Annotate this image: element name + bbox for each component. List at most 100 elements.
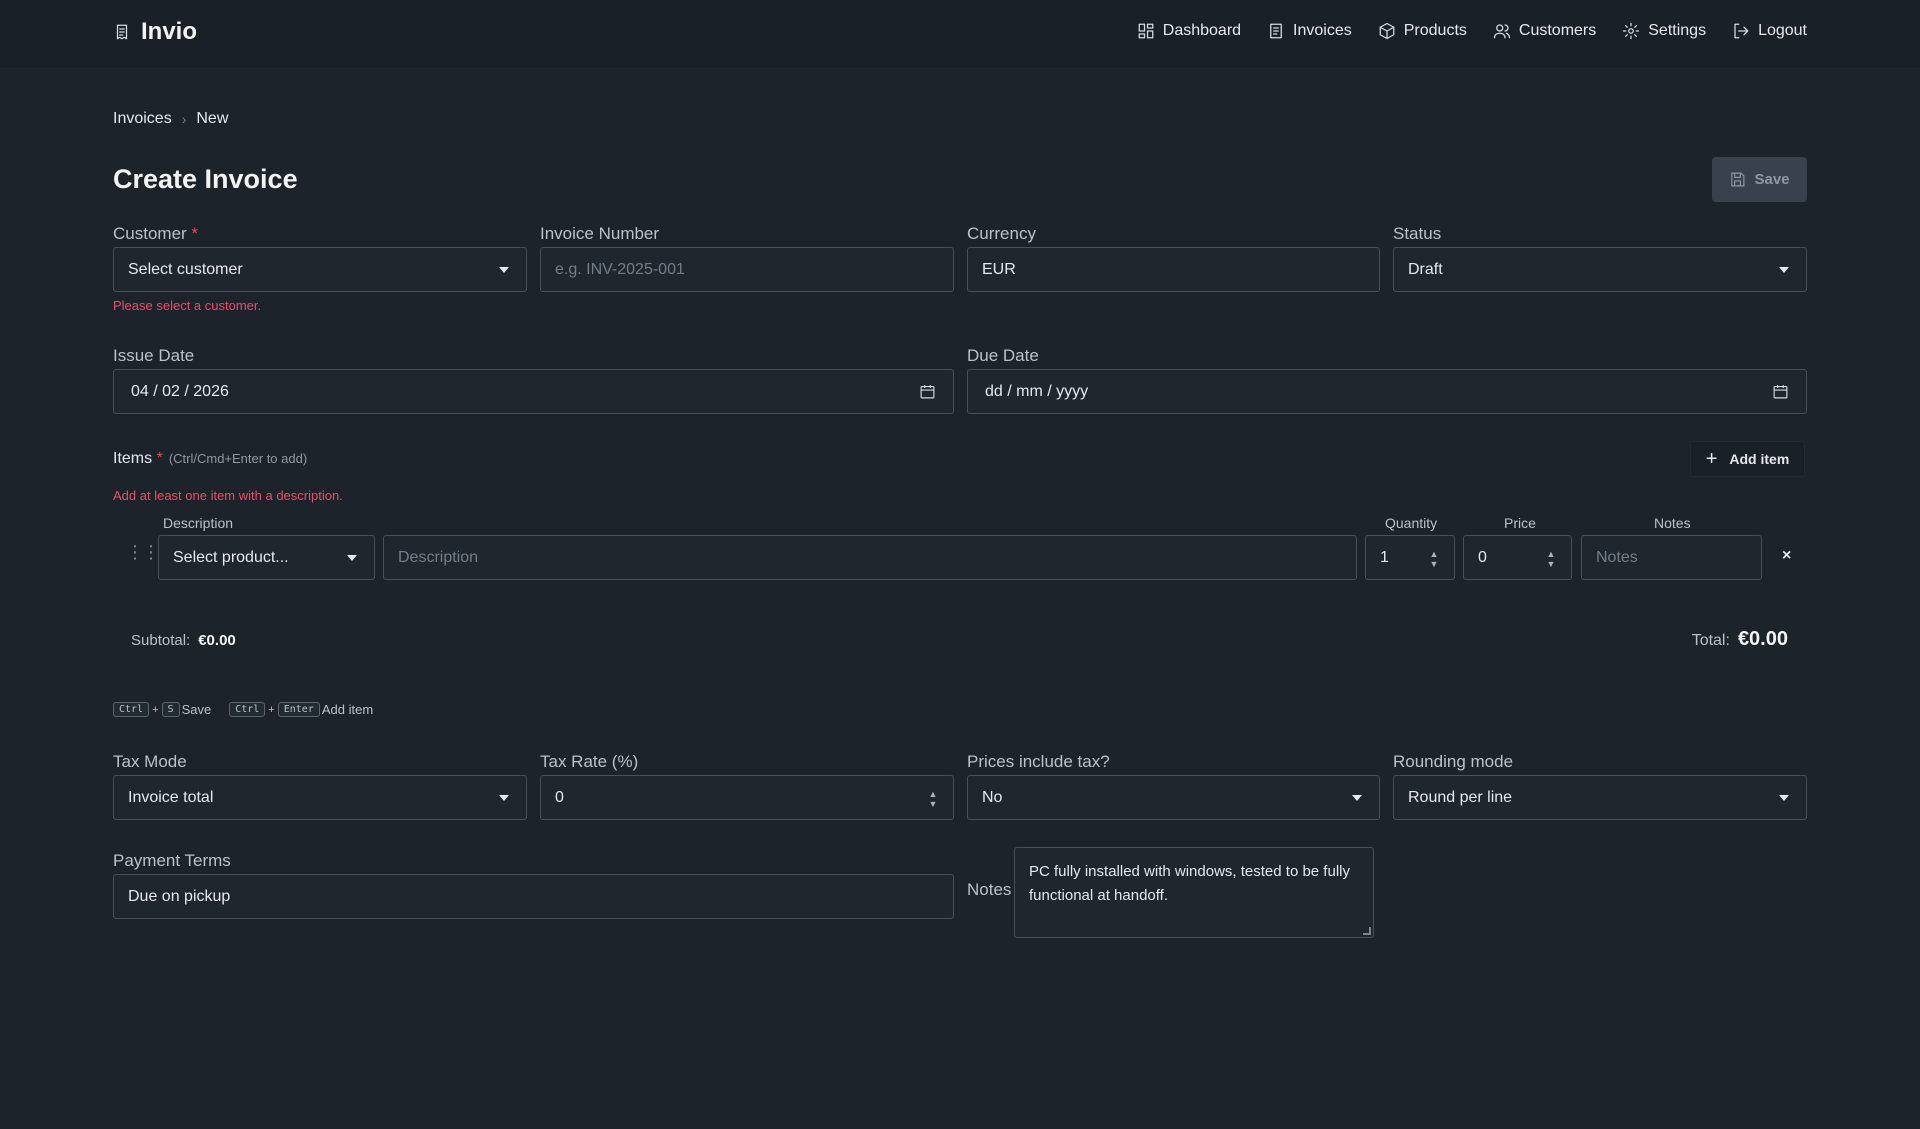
drag-handle-icon[interactable]: ⋮⋮: [126, 543, 160, 561]
currency-value: EUR: [982, 260, 1016, 278]
breadcrumb-invoices[interactable]: Invoices: [113, 110, 172, 128]
tax-rate-label: Tax Rate (%): [540, 752, 639, 771]
status-value: Draft: [1408, 260, 1443, 278]
item-notes-input[interactable]: Notes: [1581, 535, 1762, 580]
page-title: Create Invoice: [113, 164, 298, 194]
due-date-input[interactable]: dd / mm / yyyy: [967, 369, 1807, 414]
nav-label: Dashboard: [1162, 22, 1242, 39]
quantity-value: 1: [1380, 548, 1389, 566]
currency-label: Currency: [967, 224, 1036, 243]
nav-logout[interactable]: Logout: [1732, 22, 1807, 40]
header-description: Description: [163, 515, 234, 531]
product-select[interactable]: Select product...: [158, 535, 375, 580]
price-value: 0: [1478, 548, 1487, 566]
subtotal-label: Subtotal:: [131, 632, 191, 649]
tax-mode-label: Tax Mode: [113, 752, 187, 771]
customer-label: Customer *: [113, 224, 199, 243]
item-quantity-input[interactable]: 1 ▲ ▼: [1365, 535, 1455, 580]
stepper-icon[interactable]: ▲ ▼: [925, 789, 941, 808]
issue-date-value: 04 / 02 / 2026: [131, 382, 229, 400]
nav-label: Settings: [1648, 22, 1707, 39]
add-item-label: Add item: [1729, 451, 1790, 467]
tax-mode-select[interactable]: Invoice total: [113, 775, 527, 820]
nav-label: Customers: [1518, 22, 1597, 39]
box-icon: [1378, 22, 1396, 40]
nav-label: Logout: [1758, 22, 1807, 39]
status-label: Status: [1393, 224, 1442, 243]
notes-value: PC fully installed with windows, tested …: [1029, 863, 1350, 904]
item-price-input[interactable]: 0 ▲ ▼: [1463, 535, 1572, 580]
brand-name: Invio: [141, 18, 198, 45]
due-date-value: dd / mm / yyyy: [985, 382, 1089, 400]
items-label: Items * (Ctrl/Cmd+Enter to add): [113, 450, 308, 467]
main-nav: Dashboard Invoices Products Customers Se…: [1137, 22, 1807, 40]
logout-icon: [1732, 22, 1750, 40]
shortcut-label: Add item: [321, 702, 374, 717]
tax-mode-value: Invoice total: [128, 788, 214, 806]
total-label: Total:: [1691, 632, 1730, 649]
nav-products[interactable]: Products: [1378, 22, 1467, 40]
issue-date-input[interactable]: 04 / 02 / 2026: [113, 369, 954, 414]
issue-date-label: Issue Date: [113, 346, 195, 365]
nav-label: Invoices: [1293, 22, 1352, 39]
product-select-value: Select product...: [173, 548, 289, 566]
header-quantity: Quantity: [1385, 515, 1438, 531]
breadcrumb-current: New: [196, 110, 229, 127]
currency-input[interactable]: EUR: [967, 247, 1380, 292]
invoice-number-input[interactable]: e.g. INV-2025-001: [540, 247, 954, 292]
tax-rate-input[interactable]: 0 ▲ ▼: [540, 775, 954, 820]
nav-customers[interactable]: Customers: [1493, 22, 1596, 40]
stepper-icon[interactable]: ▲ ▼: [1543, 549, 1559, 568]
payment-terms-label: Payment Terms: [113, 851, 231, 870]
total: Total: €0.00: [1692, 628, 1788, 651]
remove-item-button[interactable]: ×: [1782, 547, 1791, 565]
description-placeholder: Description: [398, 548, 479, 566]
stepper-icon[interactable]: ▲ ▼: [1426, 549, 1442, 568]
invoice-number-label: Invoice Number: [540, 224, 660, 243]
customer-select-value: Select customer: [128, 260, 243, 278]
nav-settings[interactable]: Settings: [1622, 22, 1706, 40]
payment-terms-value: Due on pickup: [128, 887, 231, 905]
save-icon: [1731, 172, 1745, 187]
gear-icon: [1622, 22, 1640, 40]
calendar-icon[interactable]: [919, 383, 936, 405]
due-date-label: Due Date: [967, 346, 1039, 365]
header-notes: Notes: [1654, 515, 1691, 531]
notes-label: Notes: [967, 880, 1012, 899]
add-item-button[interactable]: + Add item: [1690, 441, 1805, 477]
kbd-key: Enter: [277, 702, 320, 717]
save-button[interactable]: Save: [1712, 157, 1807, 202]
status-select[interactable]: Draft: [1393, 247, 1807, 292]
users-icon: [1493, 22, 1511, 40]
nav-dashboard[interactable]: Dashboard: [1137, 22, 1241, 40]
brand[interactable]: Invio: [113, 18, 197, 46]
items-hint: (Ctrl/Cmd+Enter to add): [168, 451, 308, 466]
top-navbar: Invio Dashboard Invoices Products Custom…: [0, 0, 1920, 69]
rounding-mode-value: Round per line: [1408, 788, 1513, 806]
customer-select[interactable]: Select customer: [113, 247, 527, 292]
caret-down-icon: [1779, 795, 1789, 801]
payment-terms-input[interactable]: Due on pickup: [113, 874, 954, 919]
notes-textarea[interactable]: PC fully installed with windows, tested …: [1014, 847, 1374, 938]
calendar-icon[interactable]: [1772, 383, 1789, 405]
nav-invoices[interactable]: Invoices: [1267, 22, 1352, 40]
dashboard-icon: [1137, 22, 1155, 40]
save-label: Save: [1754, 171, 1790, 188]
kbd-key: Ctrl: [113, 702, 150, 717]
kbd-key: S: [161, 702, 180, 717]
kbd-key: Ctrl: [229, 702, 266, 717]
caret-down-icon: [1779, 267, 1789, 273]
prices-include-tax-select[interactable]: No: [967, 775, 1380, 820]
caret-down-icon: [499, 795, 509, 801]
rounding-mode-select[interactable]: Round per line: [1393, 775, 1807, 820]
item-description-input[interactable]: Description: [383, 535, 1357, 580]
keyboard-shortcuts: Ctrl + S Save Ctrl + Enter Add item: [113, 702, 391, 717]
chevron-right-icon: ›: [181, 111, 187, 127]
invoice-icon: [1267, 22, 1285, 40]
plus-icon: +: [1705, 447, 1718, 470]
prices-include-tax-label: Prices include tax?: [967, 752, 1110, 771]
subtotal: Subtotal: €0.00: [131, 632, 236, 649]
resize-handle-icon[interactable]: [1363, 927, 1371, 935]
notes-placeholder: Notes: [1596, 548, 1638, 566]
prices-include-tax-value: No: [982, 788, 1003, 806]
